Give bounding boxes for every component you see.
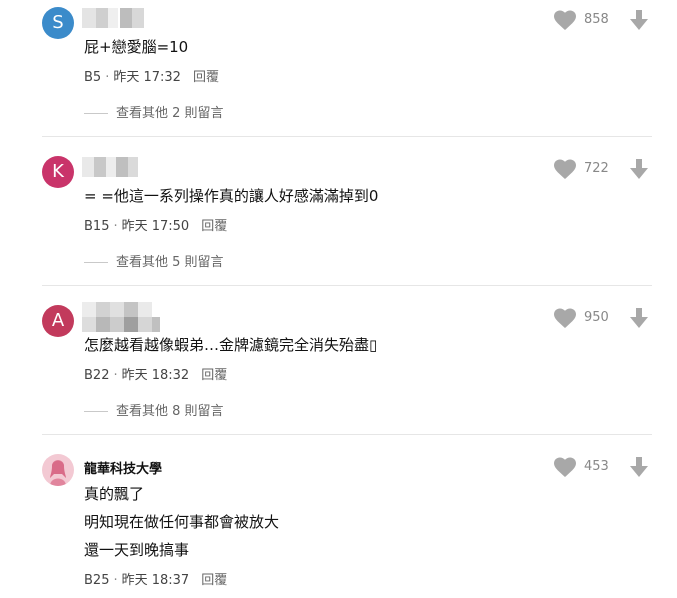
comment-meta: B15 · 昨天 17:50 回覆: [84, 219, 228, 234]
like-count: 858: [584, 12, 609, 27]
timestamp: 昨天 18:32: [121, 368, 190, 383]
reply-button[interactable]: 回覆: [201, 219, 227, 234]
comment-meta: B22 · 昨天 18:32 回覆: [84, 368, 228, 383]
timestamp: 昨天 17:32: [113, 70, 181, 85]
heart-icon[interactable]: [553, 307, 577, 329]
reply-button[interactable]: 回覆: [193, 70, 219, 85]
arrow-down-icon[interactable]: [628, 9, 650, 31]
view-more-replies[interactable]: 查看其他 2 則留言: [84, 102, 224, 121]
view-more-replies-label: 查看其他 5 則留言: [116, 255, 224, 270]
comment-text: = =他這一系列操作真的讓人好感滿滿掉到0: [84, 187, 379, 205]
author-name-blurred[interactable]: [82, 302, 160, 332]
timestamp: 昨天 18:37: [121, 573, 190, 588]
floor-label: B5: [84, 70, 102, 85]
heart-icon[interactable]: [553, 9, 577, 31]
view-more-replies[interactable]: 查看其他 5 則留言: [84, 251, 224, 270]
like-count: 722: [584, 161, 609, 176]
comment-meta: B25 · 昨天 18:37 回覆: [84, 573, 228, 588]
floor-label: B22: [84, 368, 110, 383]
avatar[interactable]: A: [42, 305, 74, 337]
view-more-replies-label: 查看其他 8 則留言: [116, 404, 224, 419]
reply-button[interactable]: 回覆: [201, 573, 227, 588]
avatar[interactable]: [42, 454, 74, 486]
timestamp: 昨天 17:50: [121, 219, 190, 234]
floor-label: B15: [84, 219, 110, 234]
divider: [42, 434, 652, 435]
arrow-down-icon[interactable]: [628, 456, 650, 478]
divider: [42, 136, 652, 137]
comment-text-line: 還一天到晚搞事: [84, 541, 190, 559]
view-more-replies-label: 查看其他 2 則留言: [116, 106, 224, 121]
view-more-replies[interactable]: 查看其他 8 則留言: [84, 400, 224, 419]
arrow-down-icon[interactable]: [628, 307, 650, 329]
author-name-blurred[interactable]: [82, 8, 152, 28]
author-name[interactable]: 龍華科技大學: [84, 458, 162, 477]
like-count: 950: [584, 310, 609, 325]
floor-label: B25: [84, 573, 110, 588]
comment-list: S 屁+戀愛腦=10 B5 · 昨天 17:32 回覆 查看其他 2 則留言 858 …: [0, 0, 677, 598]
author-name-blurred[interactable]: [82, 157, 140, 177]
divider: [42, 285, 652, 286]
avatar[interactable]: S: [42, 7, 74, 39]
comment-text-line: 明知現在做任何事都會被放大: [84, 513, 280, 531]
comment-meta: B5 · 昨天 17:32 回覆: [84, 70, 219, 85]
avatar[interactable]: K: [42, 156, 74, 188]
arrow-down-icon[interactable]: [628, 158, 650, 180]
user-silhouette-icon: [50, 460, 66, 486]
comment-text: 怎麼越看越像蝦弟…金牌濾鏡完全消失殆盡▯: [84, 336, 378, 354]
like-count: 453: [584, 459, 609, 474]
reply-button[interactable]: 回覆: [201, 368, 227, 383]
comment-text: 屁+戀愛腦=10: [84, 38, 189, 56]
heart-icon[interactable]: [553, 456, 577, 478]
heart-icon[interactable]: [553, 158, 577, 180]
comment-text-line: 真的飄了: [84, 485, 145, 503]
